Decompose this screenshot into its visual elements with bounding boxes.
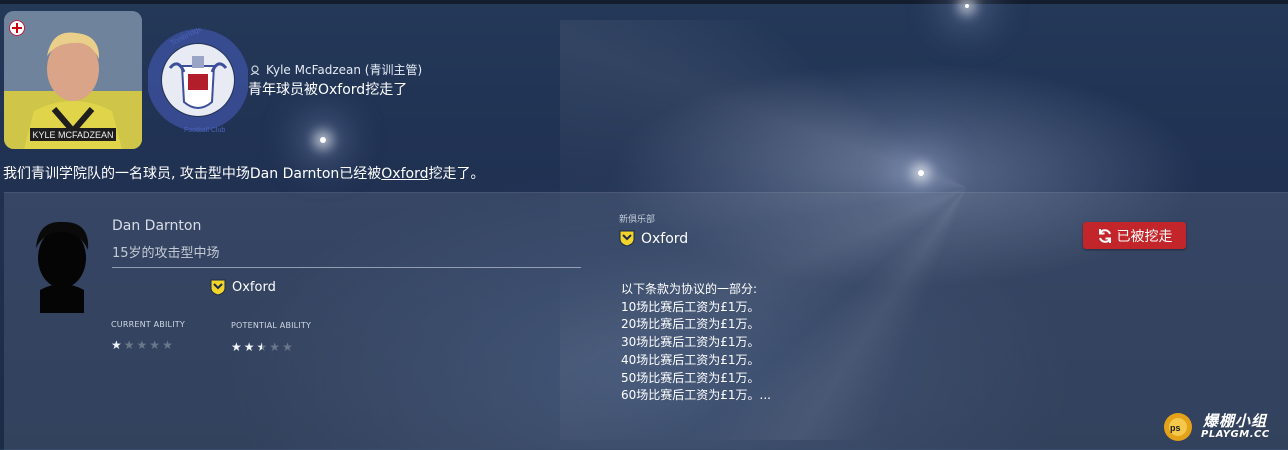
star-icon: ★ — [282, 340, 293, 354]
top-border — [0, 0, 1288, 4]
divider — [112, 267, 581, 268]
star-icon: ★ — [231, 340, 242, 354]
terms-item: 40场比赛后工资为£1万。 — [621, 352, 760, 367]
star-icon: ★ — [111, 338, 122, 352]
star-icon: ★ — [243, 340, 255, 354]
current-ability-label: CURRENT ABILITY — [111, 320, 185, 329]
new-club-label: 新俱乐部 — [619, 215, 656, 225]
new-club[interactable]: Oxford — [619, 230, 688, 247]
terms-item: 10场比赛后工资为£1万。 — [621, 299, 760, 314]
player-silhouette-icon[interactable] — [18, 218, 106, 313]
sender-name: Kyle McFadzean (青训主管) — [266, 63, 423, 77]
message-sender[interactable]: Kyle McFadzean (青训主管) — [250, 61, 422, 78]
staff-portrait: KYLE MCFADZEAN — [4, 11, 142, 149]
background-flare — [918, 170, 924, 176]
star-icon: ★ — [162, 338, 173, 352]
refresh-icon — [1098, 228, 1111, 243]
club-crest-logo: Tonbridge Angels Football Club — [148, 28, 248, 134]
half-star-icon: ★ — [256, 340, 268, 354]
terms-item: 30场比赛后工资为£1万。 — [621, 335, 760, 350]
terms-intro: 以下条款为协议的一部分: — [621, 282, 758, 296]
avatar-caption: KYLE MCFADZEAN — [32, 130, 113, 140]
player-description: 15岁的攻击型中场 — [112, 246, 220, 261]
background-flare — [320, 137, 326, 143]
contract-terms: 以下条款为协议的一部分: 10场比赛后工资为£1万。 20场比赛后工资为£1万。… — [621, 281, 771, 405]
terms-item: 60场比赛后工资为£1万。... — [621, 388, 771, 403]
player-name[interactable]: Dan Darnton — [112, 218, 201, 234]
background-flare — [965, 4, 969, 8]
message-body: 我们青训学院队的一名球员, 攻击型中场Dan Darnton已经被Oxford挖… — [3, 163, 484, 183]
status-label: 已被挖走 — [1116, 228, 1173, 245]
person-icon — [250, 64, 260, 75]
oxford-crest-icon — [210, 279, 226, 296]
watermark-sub: PLAYGM.CC — [1201, 429, 1270, 440]
watermark-main: 爆棚小组 — [1203, 412, 1268, 430]
terms-item: 50场比赛后工资为£1万。 — [621, 370, 760, 385]
message-body-suffix: 挖走了。 — [428, 166, 485, 182]
red-cross-icon — [9, 20, 25, 36]
oxford-crest-icon — [619, 230, 635, 247]
terms-item: 20场比赛后工资为£1万。 — [621, 317, 760, 332]
message-headline: 青年球员被Oxford挖走了 — [248, 82, 408, 98]
potential-ability-stars: ★ ★ ★ ★ ★ — [231, 341, 293, 353]
star-icon: ★ — [136, 338, 148, 352]
svg-text:ps: ps — [1170, 423, 1181, 433]
message-body-prefix: 我们青训学院队的一名球员, 攻击型中场Dan Darnton已经被 — [3, 166, 382, 182]
poached-status-badge: 已被挖走 — [1083, 222, 1186, 249]
player-club-name: Oxford — [232, 280, 276, 295]
potential-ability-label: POTENTIAL ABILITY — [231, 321, 312, 330]
player-club[interactable]: Oxford — [210, 279, 276, 296]
new-club-name: Oxford — [641, 230, 689, 247]
message-club-link[interactable]: Oxford — [381, 166, 428, 182]
staff-avatar[interactable]: KYLE MCFADZEAN — [4, 11, 142, 149]
current-ability-stars: ★ ★ ★ ★ ★ — [111, 339, 173, 351]
star-icon: ★ — [123, 338, 135, 352]
star-icon: ★ — [149, 338, 161, 352]
crest-text-bottom: Football Club — [184, 127, 225, 134]
star-icon: ★ — [269, 340, 281, 354]
